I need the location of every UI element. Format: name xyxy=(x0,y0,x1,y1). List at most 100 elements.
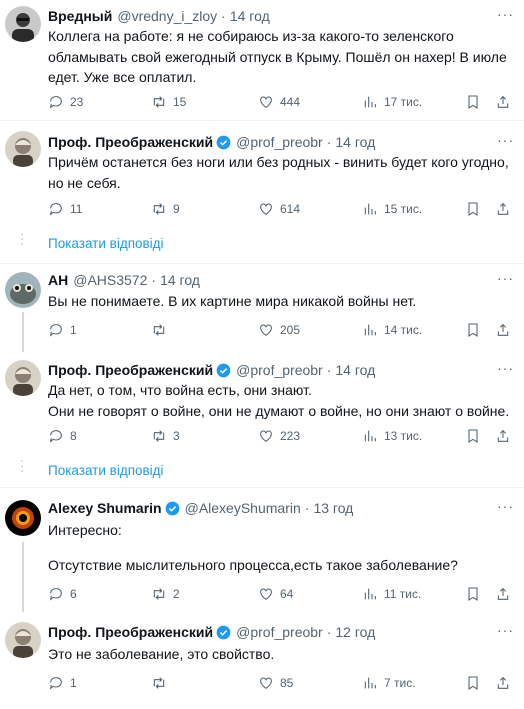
bookmark-button[interactable] xyxy=(465,675,481,691)
tweet-text: Причём останется без ноги или без родных… xyxy=(48,152,516,193)
reply-button[interactable]: 1 xyxy=(48,675,77,691)
views-button[interactable]: 7 тис. xyxy=(362,675,416,691)
bookmark-button[interactable] xyxy=(465,428,481,444)
views-icon xyxy=(364,588,376,600)
heart-icon xyxy=(260,203,272,215)
retweet-button[interactable] xyxy=(151,322,173,338)
timestamp[interactable]: 14 год xyxy=(160,272,200,288)
display-name[interactable]: Проф. Преображенский xyxy=(48,362,213,378)
tweet-actions: 11 9 614 15 тис. xyxy=(48,201,516,219)
more-icon[interactable]: ··· xyxy=(497,360,514,376)
like-button[interactable]: 205 xyxy=(258,322,300,338)
like-button[interactable]: 223 xyxy=(258,428,300,444)
bookmark-icon xyxy=(468,587,478,601)
retweet-button[interactable]: 2 xyxy=(151,586,180,602)
like-button[interactable]: 85 xyxy=(258,675,293,691)
share-button[interactable] xyxy=(495,94,511,110)
share-button[interactable] xyxy=(495,428,511,444)
bookmark-icon xyxy=(468,323,478,337)
timestamp[interactable]: 12 год xyxy=(335,624,375,640)
tweet-actions: 8 3 223 13 тис. xyxy=(48,428,516,446)
verified-badge-icon xyxy=(216,363,231,377)
more-icon[interactable]: ··· xyxy=(497,6,514,22)
avatar[interactable] xyxy=(5,6,41,42)
username[interactable]: @AlexeyShumarin xyxy=(185,500,301,516)
reply-button[interactable]: 11 xyxy=(48,201,82,217)
tweet-actions: 1 85 7 тис. xyxy=(48,675,516,693)
display-name[interactable]: Проф. Преображенский xyxy=(48,624,213,640)
bookmark-icon xyxy=(468,95,478,109)
avatar[interactable] xyxy=(5,360,41,396)
bookmark-button[interactable] xyxy=(465,94,481,110)
tweet-text: Вы не понимаете. В их картине мира никак… xyxy=(48,291,516,312)
timestamp[interactable]: 14 год xyxy=(230,8,270,24)
bookmark-icon xyxy=(468,429,478,443)
show-replies-link[interactable]: Показати відповіді xyxy=(48,463,164,478)
retweet-button[interactable]: 15 xyxy=(151,94,186,110)
share-icon xyxy=(497,323,509,336)
views-button[interactable]: 14 тис. xyxy=(362,322,422,338)
retweet-count: 9 xyxy=(173,202,180,216)
reply-icon xyxy=(49,203,62,216)
views-button[interactable]: 11 тис. xyxy=(362,586,421,602)
more-icon[interactable]: ··· xyxy=(497,132,514,148)
avatar[interactable] xyxy=(5,272,41,308)
reply-button[interactable]: 1 xyxy=(48,322,77,338)
bookmark-icon xyxy=(468,202,478,216)
reply-count: 6 xyxy=(70,587,77,601)
bookmark-button[interactable] xyxy=(465,201,481,217)
reply-count: 11 xyxy=(70,202,83,216)
tweet-text-line: Отсутствие мыслительного процесса,есть т… xyxy=(48,556,458,573)
timestamp[interactable]: 13 год xyxy=(313,500,353,516)
views-button[interactable]: 17 тис. xyxy=(362,94,422,110)
share-button[interactable] xyxy=(495,322,511,338)
share-icon xyxy=(497,587,509,600)
retweet-button[interactable] xyxy=(151,675,173,691)
bookmark-button[interactable] xyxy=(465,586,481,602)
retweet-button[interactable]: 9 xyxy=(151,201,180,217)
thread-line xyxy=(22,542,24,612)
heart-icon xyxy=(260,677,272,689)
retweet-icon xyxy=(153,203,165,215)
more-icon[interactable]: ··· xyxy=(497,622,514,638)
reply-button[interactable]: 6 xyxy=(48,586,77,602)
reply-button[interactable]: 8 xyxy=(48,428,77,444)
heart-icon xyxy=(260,324,272,336)
timestamp[interactable]: 14 год xyxy=(335,134,375,150)
more-icon[interactable]: ··· xyxy=(497,270,514,286)
username[interactable]: @prof_preobr xyxy=(236,362,323,378)
like-button[interactable]: 444 xyxy=(258,94,300,110)
show-replies-link[interactable]: Показати відповіді xyxy=(48,236,164,251)
username[interactable]: @AHS3572 xyxy=(73,272,147,288)
display-name[interactable]: АН xyxy=(48,272,68,288)
retweet-button[interactable]: 3 xyxy=(151,428,180,444)
heart-icon xyxy=(260,96,272,108)
retweet-count: 3 xyxy=(173,429,180,443)
views-button[interactable]: 13 тис. xyxy=(362,428,422,444)
bookmark-button[interactable] xyxy=(465,322,481,338)
tweet-text-line: обламывать свой ежегодный отпуск в Крыму… xyxy=(48,48,507,65)
like-button[interactable]: 64 xyxy=(258,586,293,602)
like-button[interactable]: 614 xyxy=(258,201,300,217)
retweet-icon xyxy=(153,324,165,336)
share-button[interactable] xyxy=(495,586,511,602)
views-button[interactable]: 15 тис. xyxy=(362,201,422,217)
avatar[interactable] xyxy=(5,622,41,658)
display-name[interactable]: Вредный xyxy=(48,8,112,24)
username[interactable]: @prof_preobr xyxy=(236,134,323,150)
display-name[interactable]: Проф. Преображенский xyxy=(48,134,213,150)
more-icon[interactable]: ··· xyxy=(497,498,514,514)
share-button[interactable] xyxy=(495,675,511,691)
username[interactable]: @prof_preobr xyxy=(236,624,323,640)
views-count: 13 тис. xyxy=(384,429,423,443)
tweet-header: Проф. Преображенский @prof_preobr · 14 г… xyxy=(48,132,375,152)
timestamp[interactable]: 14 год xyxy=(335,362,375,378)
tweet-header: АН @AHS3572 · 14 год xyxy=(48,270,200,290)
avatar[interactable] xyxy=(5,131,41,167)
reply-button[interactable]: 23 xyxy=(48,94,83,110)
retweet-icon xyxy=(153,430,165,442)
avatar[interactable] xyxy=(5,500,41,536)
share-button[interactable] xyxy=(495,201,511,217)
username[interactable]: @vredny_i_zloy xyxy=(117,8,217,24)
display-name[interactable]: Alexey Shumarin xyxy=(48,500,162,516)
